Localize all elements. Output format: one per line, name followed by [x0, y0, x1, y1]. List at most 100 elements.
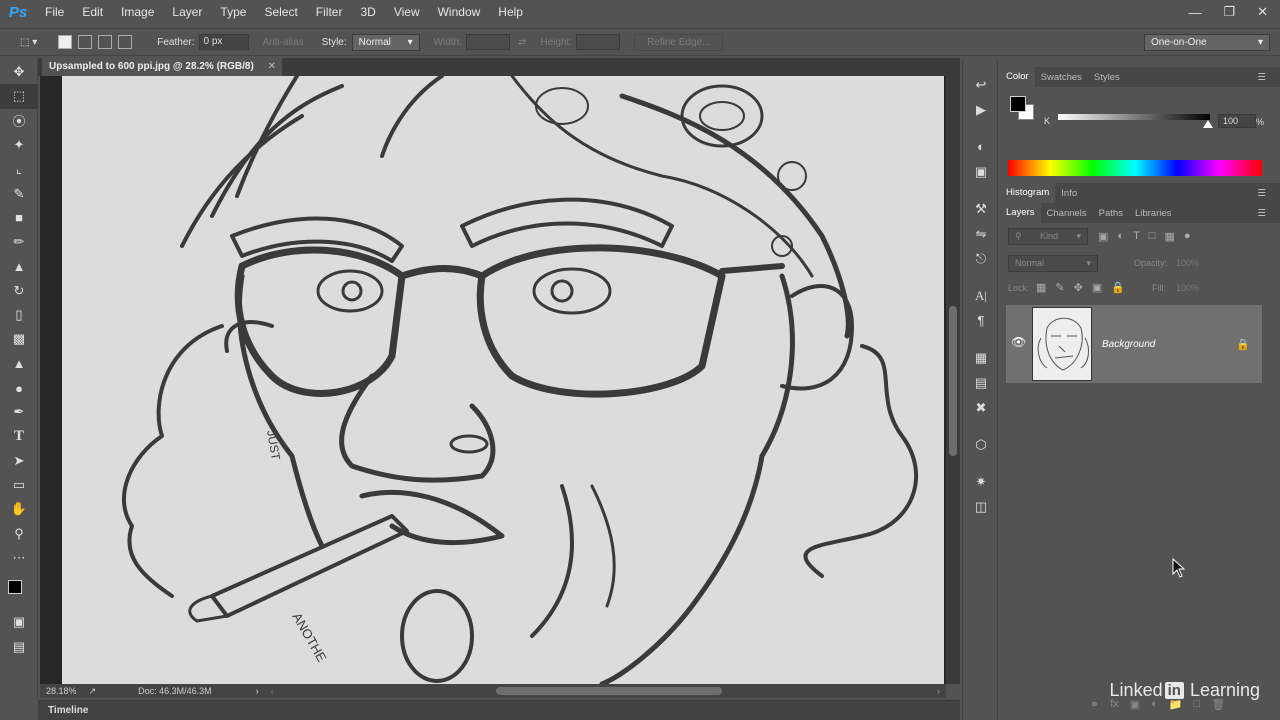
lock-transparent-icon[interactable]: ▦	[1036, 281, 1046, 294]
panel-menu-icon[interactable]: ☰	[1251, 72, 1272, 83]
measurement-log-icon[interactable]: ◫	[963, 494, 999, 519]
healing-brush-tool-icon[interactable]: ■	[0, 206, 38, 230]
history-brush-tool-icon[interactable]: ↻	[0, 279, 38, 303]
blur-tool-icon[interactable]: ▲	[0, 352, 38, 376]
panel-menu-icon[interactable]: ☰	[1251, 188, 1272, 199]
document-canvas[interactable]: ANOTHE JUST	[62, 76, 944, 684]
menu-filter[interactable]: Filter	[307, 0, 352, 24]
quick-mask-icon[interactable]: ▣	[0, 610, 38, 634]
gradient-tool-icon[interactable]: ▩	[0, 327, 38, 351]
horizontal-scroll-thumb[interactable]	[496, 687, 722, 695]
height-input[interactable]	[576, 34, 621, 50]
menu-type[interactable]: Type	[211, 0, 255, 24]
rectangular-marquee-tool-icon[interactable]: ⬚	[0, 84, 38, 109]
brush-presets-icon[interactable]: ⚒	[963, 196, 999, 221]
layer-comps-icon[interactable]: ▦	[963, 345, 999, 370]
move-tool-icon[interactable]: ✥	[0, 60, 38, 84]
filter-toggle-icon[interactable]: ●	[1184, 230, 1191, 243]
restore-icon[interactable]: ❐	[1223, 4, 1235, 20]
adjustments-icon[interactable]: ◐	[963, 134, 999, 159]
smart-object-filter-icon[interactable]: ▦	[1164, 230, 1174, 243]
menu-select[interactable]: Select	[255, 0, 306, 24]
menu-view[interactable]: View	[385, 0, 429, 24]
screen-mode-icon[interactable]: ▤	[0, 635, 38, 659]
subtract-selection-icon[interactable]	[98, 35, 113, 49]
history-icon[interactable]: ↩	[963, 72, 999, 97]
zoom-tool-icon[interactable]: ⚲	[0, 522, 38, 546]
menu-image[interactable]: Image	[112, 0, 163, 24]
new-selection-icon[interactable]	[58, 35, 73, 49]
refine-edge-button[interactable]: Refine Edge...	[634, 33, 724, 51]
type-filter-icon[interactable]: T	[1133, 230, 1140, 243]
path-selection-tool-icon[interactable]: ➤	[0, 449, 38, 473]
scroll-right-icon[interactable]: ›	[937, 686, 940, 696]
color-swatches[interactable]	[0, 570, 38, 610]
anti-alias-checkbox[interactable]: Anti-alias	[263, 37, 304, 48]
pixel-filter-icon[interactable]: ▣	[1098, 230, 1108, 243]
menu-window[interactable]: Window	[429, 0, 490, 24]
status-menu-arrow-icon[interactable]: ›	[256, 686, 259, 696]
eyedropper-tool-icon[interactable]: ✎	[0, 181, 38, 205]
menu-edit[interactable]: Edit	[73, 0, 112, 24]
lock-pixels-icon[interactable]: ✎	[1055, 281, 1064, 294]
fill-value[interactable]: 100%	[1176, 283, 1199, 293]
eye-visibility-icon[interactable]: 👁	[1011, 335, 1026, 349]
vertical-scrollbar[interactable]	[946, 76, 960, 684]
feather-input[interactable]: 0 px	[198, 34, 249, 50]
tab-paths[interactable]: Paths	[1093, 208, 1129, 219]
foreground-color-swatch[interactable]	[8, 580, 22, 595]
tab-swatches[interactable]: Swatches	[1035, 72, 1088, 83]
brush-tool-icon[interactable]: ✏	[0, 230, 38, 254]
tab-layers[interactable]: Layers	[1000, 203, 1041, 223]
zoom-level[interactable]: 28.18%	[46, 686, 77, 696]
tab-color[interactable]: Color	[1000, 67, 1035, 87]
tab-info[interactable]: Info	[1055, 188, 1083, 199]
lock-artboard-icon[interactable]: ▣	[1092, 281, 1102, 294]
lock-position-icon[interactable]: ✥	[1074, 281, 1083, 294]
blend-mode-select[interactable]: Normal ▾	[1008, 255, 1098, 272]
add-selection-icon[interactable]	[78, 35, 93, 49]
eraser-tool-icon[interactable]: ▯	[0, 303, 38, 327]
tab-channels[interactable]: Channels	[1041, 208, 1093, 219]
properties-icon[interactable]: ▣	[963, 159, 999, 184]
menu-help[interactable]: Help	[489, 0, 532, 24]
notes-icon[interactable]: ▤	[963, 370, 999, 395]
width-input[interactable]	[466, 34, 510, 50]
tab-libraries[interactable]: Libraries	[1129, 208, 1177, 219]
k-slider-track[interactable]	[1058, 114, 1210, 120]
character-icon[interactable]: A|	[963, 283, 999, 308]
more-tools-icon[interactable]: ⋯	[0, 546, 38, 570]
marquee-preset-icon[interactable]: ⬚ ▾	[20, 37, 37, 48]
timeline-panel[interactable]: Timeline	[38, 700, 960, 720]
swap-dimensions-icon[interactable]: ⇄	[518, 37, 526, 48]
menu-layer[interactable]: Layer	[163, 0, 211, 24]
layer-filter-select[interactable]: ⚲ Kind ▾	[1008, 228, 1088, 245]
clone-source-icon[interactable]: ⎋	[963, 246, 999, 271]
hand-tool-icon[interactable]: ✋	[0, 497, 38, 521]
clone-stamp-tool-icon[interactable]: ▲	[0, 254, 38, 278]
k-value-input[interactable]: 100	[1218, 114, 1256, 128]
layer-row[interactable]: 👁 Background 🔒	[1006, 305, 1262, 383]
adjustment-filter-icon[interactable]: ◐	[1117, 230, 1124, 243]
menu-3d[interactable]: 3D	[351, 0, 384, 24]
document-tab[interactable]: Upsampled to 600 ppi.jpg @ 28.2% (RGB/8)…	[42, 58, 282, 76]
workspace-select[interactable]: One-on-One ▾	[1144, 33, 1270, 51]
dodge-tool-icon[interactable]: ●	[0, 376, 38, 400]
style-select[interactable]: Normal ▾	[351, 33, 420, 51]
crop-tool-icon[interactable]: ⌞	[0, 157, 38, 181]
timeline-icon[interactable]: ✷	[963, 469, 999, 494]
paragraph-icon[interactable]: ¶	[963, 308, 999, 333]
close-document-icon[interactable]: ✕	[268, 58, 276, 76]
link-layers-icon[interactable]: ⚭	[1090, 698, 1099, 711]
type-tool-icon[interactable]: T	[0, 424, 38, 448]
color-spectrum[interactable]	[1008, 160, 1262, 176]
tab-histogram[interactable]: Histogram	[1000, 183, 1056, 203]
foreground-color-swatch[interactable]	[1010, 96, 1026, 112]
opacity-value[interactable]: 100%	[1176, 258, 1199, 268]
close-icon[interactable]: ✕	[1257, 4, 1268, 20]
minimize-icon[interactable]: —	[1188, 5, 1201, 20]
document-info[interactable]: Doc: 46.3M/46.3M	[138, 686, 212, 696]
tool-presets-icon[interactable]: ✖	[963, 395, 999, 420]
rectangle-tool-icon[interactable]: ▭	[0, 473, 38, 497]
share-icon[interactable]: ↗	[89, 686, 97, 697]
